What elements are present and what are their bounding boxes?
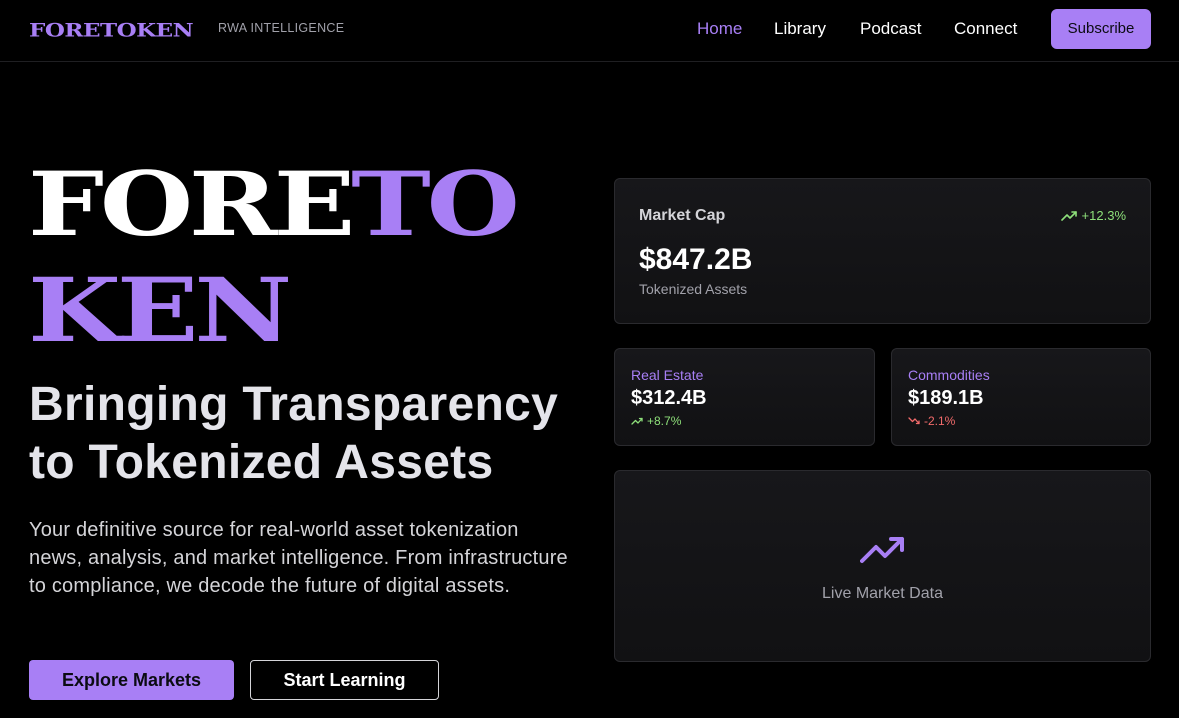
live-market-data-card[interactable]: Live Market Data <box>614 470 1151 662</box>
trending-up-icon <box>631 417 643 425</box>
commodities-change-value: -2.1% <box>924 414 956 428</box>
real-estate-value: $312.4B <box>631 387 707 409</box>
hero-headline: Bringing Transparency to Tokenized Asset… <box>29 376 589 492</box>
trending-up-icon <box>1060 210 1077 221</box>
brand-tagline: RWA INTELLIGENCE <box>218 21 345 35</box>
hero-wordmark-line-2: KEN <box>28 267 292 355</box>
top-nav: FORETOKEN RWA INTELLIGENCE Home Library … <box>0 0 1179 62</box>
hero-wordmark-line-1: FORETO <box>28 161 520 249</box>
commodities-value: $189.1B <box>908 387 984 409</box>
explore-markets-button[interactable]: Explore Markets <box>29 660 234 700</box>
nav-link-library[interactable]: Library <box>774 19 826 39</box>
start-learning-button[interactable]: Start Learning <box>250 660 439 700</box>
real-estate-card: Real Estate $312.4B +8.7% <box>614 348 875 446</box>
nav-link-home[interactable]: Home <box>697 19 742 39</box>
wordmark-fore: FORE <box>28 153 355 257</box>
real-estate-label: Real Estate <box>631 367 704 383</box>
trending-down-icon <box>908 417 920 425</box>
live-market-data-label: Live Market Data <box>822 585 943 602</box>
hero-description: Your definitive source for real-world as… <box>29 519 568 597</box>
headline-line-2: to Tokenized Assets <box>29 436 494 489</box>
trending-up-icon <box>860 537 904 563</box>
nav-link-connect[interactable]: Connect <box>954 19 1017 39</box>
commodities-label: Commodities <box>908 367 990 383</box>
commodities-change: -2.1% <box>908 414 955 428</box>
market-cap-label: Market Cap <box>639 207 726 224</box>
brand-logo[interactable]: FORETOKEN <box>29 20 194 41</box>
market-cap-subtitle: Tokenized Assets <box>639 281 748 297</box>
market-cap-change-value: +12.3% <box>1081 208 1126 223</box>
subscribe-button[interactable]: Subscribe <box>1051 9 1151 49</box>
wordmark-ken: KEN <box>28 259 292 363</box>
market-cap-card: Market Cap +12.3% $847.2B Tokenized Asse… <box>614 178 1151 324</box>
wordmark-to: TO <box>351 153 520 257</box>
real-estate-change-value: +8.7% <box>647 414 682 428</box>
market-cap-value: $847.2B <box>639 243 753 276</box>
real-estate-change: +8.7% <box>631 414 681 428</box>
nav-link-podcast[interactable]: Podcast <box>860 19 921 39</box>
commodities-card: Commodities $189.1B -2.1% <box>891 348 1151 446</box>
market-cap-change: +12.3% <box>1060 208 1126 223</box>
headline-line-1: Bringing Transparency <box>29 378 559 431</box>
